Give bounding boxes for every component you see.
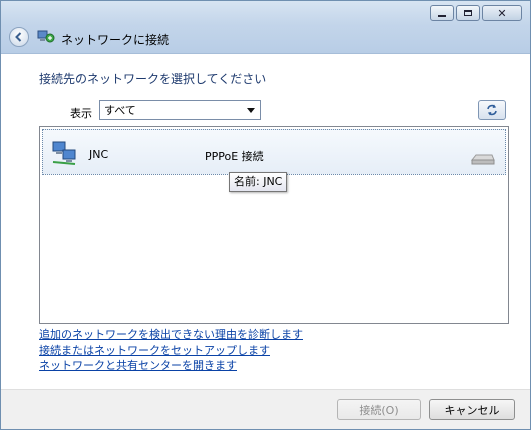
back-arrow-icon <box>15 32 22 42</box>
cancel-button[interactable]: キャンセル <box>429 399 515 420</box>
connect-to-network-window: ✕ ネットワークに接続 接続先のネットワークを選択してください 表示 すべて J… <box>0 0 531 430</box>
dialup-signal-icon <box>470 154 495 165</box>
minimize-icon <box>438 14 446 17</box>
network-name: JNC <box>89 148 109 161</box>
setup-connection-link[interactable]: 接続またはネットワークをセットアップします <box>39 342 270 358</box>
filter-label: 表示 <box>70 107 92 120</box>
filter-dropdown[interactable]: すべて <box>99 100 261 120</box>
network-sharing-center-link[interactable]: ネットワークと共有センターを開きます <box>39 357 237 373</box>
back-button[interactable] <box>9 27 29 47</box>
diagnose-link[interactable]: 追加のネットワークを検出できない理由を診断します <box>39 326 303 342</box>
close-icon: ✕ <box>497 6 507 20</box>
minimize-button[interactable] <box>430 5 454 21</box>
maximize-button[interactable] <box>456 5 480 21</box>
window-title: ネットワークに接続 <box>61 33 170 47</box>
window-controls: ✕ <box>430 5 522 21</box>
button-bar: 接続(O) キャンセル <box>1 389 530 429</box>
network-list-item[interactable]: JNC PPPoE 接続 <box>42 129 506 175</box>
refresh-button[interactable] <box>478 100 506 120</box>
title-bar: ✕ ネットワークに接続 <box>1 1 530 54</box>
network-type: PPPoE 接続 <box>205 150 264 163</box>
filter-selected-value: すべて <box>104 104 136 117</box>
maximize-icon <box>464 10 472 16</box>
network-computers-icon <box>52 141 76 165</box>
instruction-text: 接続先のネットワークを選択してください <box>39 72 267 86</box>
network-name-tooltip: 名前: JNC <box>229 172 288 192</box>
connect-button[interactable]: 接続(O) <box>337 399 421 420</box>
close-button[interactable]: ✕ <box>482 5 522 21</box>
chevron-down-icon <box>247 108 255 113</box>
network-connect-icon <box>37 30 55 43</box>
refresh-icon <box>487 104 497 116</box>
network-list[interactable]: JNC PPPoE 接続 <box>39 126 509 324</box>
